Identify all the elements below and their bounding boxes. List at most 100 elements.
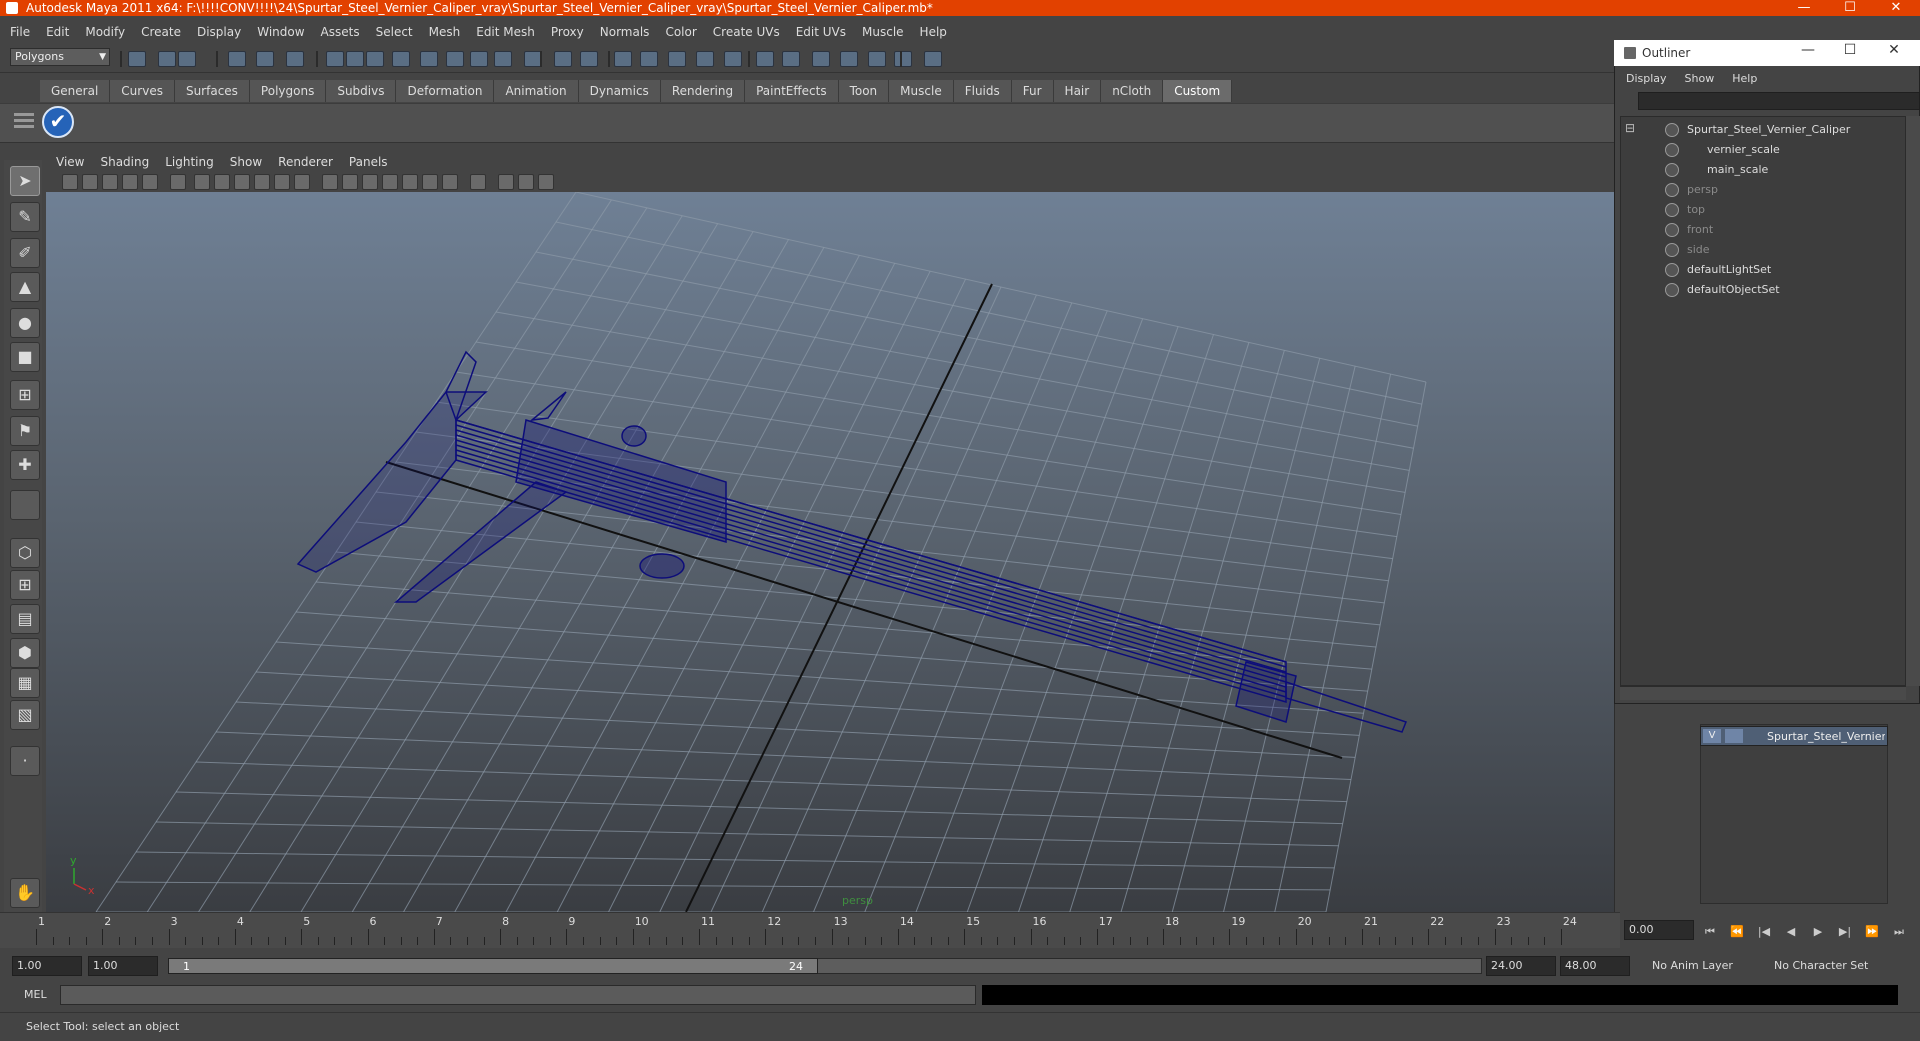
select-tool-icon[interactable]: ➤ (10, 166, 40, 196)
step-back-frame-icon[interactable]: |◀ (1754, 925, 1774, 939)
outliner-minimize-button[interactable]: — (1794, 42, 1822, 58)
menu-normals[interactable]: Normals (590, 25, 656, 39)
menu-proxy[interactable]: Proxy (541, 25, 590, 39)
outliner-item[interactable]: main_scale (1621, 161, 1905, 179)
status-tool-icon[interactable] (178, 51, 196, 67)
range-slider-handle[interactable]: 1 24 (168, 958, 818, 974)
status-tool-icon[interactable] (158, 51, 176, 67)
outliner-item[interactable]: front (1621, 221, 1905, 239)
viewport-toolbar-icon[interactable] (518, 174, 534, 190)
persp-hypergraph-layout-icon[interactable]: ▧ (10, 700, 40, 730)
status-tool-icon[interactable] (494, 51, 512, 67)
outliner-vertical-scrollbar[interactable] (1906, 116, 1920, 686)
go-to-start-icon[interactable]: ⏮ (1700, 925, 1720, 939)
time-slider[interactable]: 1 2 3 4 5 6 7 8 9 10 11 12 13 14 15 16 17 18 19 20 21 22 23 24 (0, 912, 1620, 948)
outliner-collapse-icon[interactable]: ⊟ (1625, 121, 1635, 135)
range-end-field[interactable]: 48.00 (1560, 956, 1630, 976)
show-manipulator-icon[interactable]: ✚ (10, 450, 40, 480)
menu-file[interactable]: File (0, 25, 36, 39)
viewport-menu-panels[interactable]: Panels (339, 155, 394, 169)
status-tool-icon[interactable] (392, 51, 410, 67)
shelf-tab-general[interactable]: General (40, 80, 111, 102)
status-tool-icon[interactable] (812, 51, 830, 67)
outliner-close-button[interactable]: ✕ (1880, 42, 1908, 58)
viewport-toolbar-icon[interactable] (170, 174, 186, 190)
go-to-end-icon[interactable]: ⏭ (1889, 925, 1909, 939)
status-tool-icon[interactable] (470, 51, 488, 67)
shelf-tab-ncloth[interactable]: nCloth (1101, 80, 1164, 102)
status-tool-icon[interactable] (668, 51, 686, 67)
viewport-toolbar-icon[interactable] (470, 174, 486, 190)
shelf-tab-curves[interactable]: Curves (110, 80, 175, 102)
status-tool-icon[interactable] (286, 51, 304, 67)
playback-start-field[interactable]: 1.00 (88, 956, 158, 976)
status-tool-icon[interactable] (614, 51, 632, 67)
status-tool-icon[interactable] (256, 51, 274, 67)
shelf-tab-fur[interactable]: Fur (1011, 80, 1054, 102)
range-start-field[interactable]: 1.00 (12, 956, 82, 976)
step-forward-frame-icon[interactable]: ▶| (1835, 925, 1855, 939)
outliner-item[interactable]: defaultObjectSet (1621, 281, 1905, 299)
viewport-toolbar-icon[interactable] (498, 174, 514, 190)
viewport-toolbar-icon[interactable] (122, 174, 138, 190)
command-language-label[interactable]: MEL (10, 984, 58, 1006)
shelf-tab-painteffects[interactable]: PaintEffects (745, 80, 839, 102)
viewport-toolbar-icon[interactable] (422, 174, 438, 190)
character-set-selector[interactable]: No Character Set (1774, 956, 1884, 976)
four-view-layout-icon[interactable]: ⊞ (10, 570, 40, 600)
status-tool-icon[interactable] (724, 51, 742, 67)
menu-edit-uvs[interactable]: Edit UVs (786, 25, 852, 39)
menu-mesh[interactable]: Mesh (419, 25, 467, 39)
layout-more-icon[interactable]: · (10, 746, 40, 776)
shelf-menu-handle-icon[interactable] (14, 110, 34, 140)
status-tool-icon[interactable] (756, 51, 774, 67)
outliner-menu-display[interactable]: Display (1614, 72, 1673, 85)
status-tool-icon[interactable] (640, 51, 658, 67)
display-layer-row[interactable]: V Spurtar_Steel_Vernier_Caliper (1700, 726, 1888, 746)
menu-help[interactable]: Help (910, 25, 953, 39)
menu-assets[interactable]: Assets (311, 25, 366, 39)
menu-edit[interactable]: Edit (36, 25, 75, 39)
hypershade-layout-icon[interactable]: ▦ (10, 668, 40, 698)
move-tool-icon[interactable]: ▲ (10, 272, 40, 302)
shelf-tab-fluids[interactable]: Fluids (953, 80, 1012, 102)
anim-layer-selector[interactable]: No Anim Layer (1652, 956, 1762, 976)
step-back-key-icon[interactable]: ⏪ (1727, 925, 1747, 939)
menu-muscle[interactable]: Muscle (852, 25, 910, 39)
status-tool-icon[interactable] (128, 51, 146, 67)
single-perspective-layout-icon[interactable]: ⬡ (10, 538, 40, 568)
menu-modify[interactable]: Modify (75, 25, 131, 39)
menu-create-uvs[interactable]: Create UVs (703, 25, 786, 39)
viewport-toolbar-icon[interactable] (382, 174, 398, 190)
shelf-tab-surfaces[interactable]: Surfaces (174, 80, 250, 102)
viewport-toolbar-icon[interactable] (102, 174, 118, 190)
status-tool-icon[interactable] (840, 51, 858, 67)
outliner-horizontal-scrollbar[interactable] (1620, 686, 1906, 700)
status-tool-icon[interactable] (696, 51, 714, 67)
play-forward-icon[interactable]: ▶ (1808, 925, 1828, 939)
outliner-menu-help[interactable]: Help (1720, 72, 1763, 85)
shelf-tab-polygons[interactable]: Polygons (249, 80, 327, 102)
layer-type-toggle[interactable] (1725, 729, 1743, 743)
shelf-tab-muscle[interactable]: Muscle (889, 80, 954, 102)
viewport-toolbar-icon[interactable] (362, 174, 378, 190)
viewport-toolbar-icon[interactable] (254, 174, 270, 190)
viewport-toolbar-icon[interactable] (214, 174, 230, 190)
shelf-tab-custom[interactable]: Custom (1163, 80, 1233, 102)
viewport-toolbar-icon[interactable] (342, 174, 358, 190)
viewport-toolbar-icon[interactable] (442, 174, 458, 190)
shelf-tab-subdivs[interactable]: Subdivs (326, 80, 397, 102)
outliner-item[interactable]: top (1621, 201, 1905, 219)
viewport-menu-lighting[interactable]: Lighting (155, 155, 220, 169)
viewport-toolbar-icon[interactable] (82, 174, 98, 190)
playback-end-field[interactable]: 24.00 (1486, 956, 1556, 976)
status-tool-icon[interactable] (346, 51, 364, 67)
scale-tool-icon[interactable]: ■ (10, 342, 40, 372)
outliner-maximize-button[interactable]: ☐ (1836, 42, 1864, 58)
lasso-tool-icon[interactable]: ✎ (10, 202, 40, 232)
menu-edit-mesh[interactable]: Edit Mesh (466, 25, 541, 39)
last-tool-icon[interactable] (10, 490, 40, 520)
status-tool-icon[interactable] (326, 51, 344, 67)
viewport-menu-view[interactable]: View (46, 155, 90, 169)
menu-set-selector[interactable]: Polygons ▼ (10, 48, 110, 66)
